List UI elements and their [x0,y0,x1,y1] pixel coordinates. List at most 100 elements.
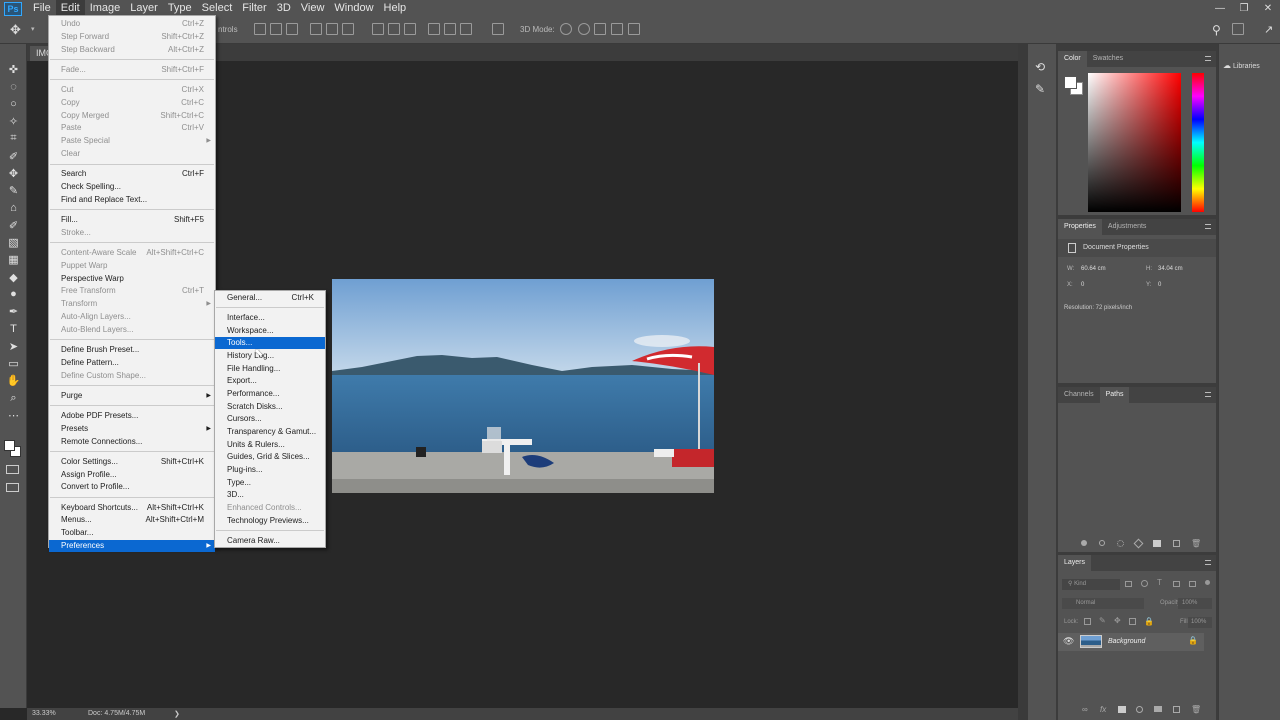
menu-item-performance[interactable]: Performance... [215,388,325,400]
stroke-path-icon[interactable] [1099,540,1105,546]
menu-item-copy-merged[interactable]: Copy Merged Shift+Ctrl+C [49,110,215,122]
hue-slider[interactable] [1192,73,1204,212]
layer-filter-kind[interactable]: ⚲ Kind [1062,579,1120,590]
new-layer-icon[interactable] [1173,706,1180,713]
filter-adjustment-icon[interactable] [1141,580,1148,587]
menu-item-menus[interactable]: Menus... Alt+Shift+Ctrl+M [49,514,215,526]
clone-stamp-tool-icon[interactable]: ⌂ [6,201,21,214]
3d-roll-icon[interactable] [578,23,590,35]
healing-brush-tool-icon[interactable]: ✥ [6,167,21,180]
auto-align-icon[interactable] [492,23,504,35]
menu-item-convert-to-profile[interactable]: Convert to Profile... [49,481,215,493]
align-hcenter-icon[interactable] [326,23,338,35]
layer-style-icon[interactable]: fx [1100,705,1106,714]
lock-all-icon[interactable]: 🔒 [1144,617,1154,626]
fill-value[interactable]: 100% [1188,617,1212,628]
menu-item-remote-connections[interactable]: Remote Connections... [49,436,215,448]
trash-icon[interactable]: 🗑 [1191,539,1201,548]
h-value[interactable]: 34.04 cm [1158,266,1183,272]
menu-item-paste-special[interactable]: Paste Special ▶ [49,135,215,147]
add-layer-mask-icon[interactable] [1118,706,1126,713]
lasso-tool-icon[interactable]: ○ [6,98,21,111]
history-icon[interactable]: ⟲ [1035,60,1045,74]
delete-layer-icon[interactable]: 🗑 [1191,705,1201,714]
menu-item-adobe-pdf-presets[interactable]: Adobe PDF Presets... [49,410,215,422]
color-picker-field[interactable] [1088,73,1181,212]
menu-item-plug-ins[interactable]: Plug-ins... [215,464,325,476]
menu-item-content-aware-scale[interactable]: Content-Aware Scale Alt+Shift+Ctrl+C [49,247,215,259]
filter-pixel-icon[interactable] [1125,581,1132,587]
menu-item-units-rulers[interactable]: Units & Rulers... [215,439,325,451]
filter-smart-object-icon[interactable] [1189,581,1196,587]
eyedropper-tool-icon[interactable]: ✐ [6,150,21,163]
menu-item-define-brush-preset[interactable]: Define Brush Preset... [49,344,215,356]
gradient-tool-icon[interactable]: ▦ [6,253,21,266]
y-value[interactable]: 0 [1158,282,1161,288]
search-icon[interactable]: ⚲ [1212,23,1221,37]
pen-tool-icon[interactable]: ✒ [6,305,21,318]
link-layers-icon[interactable]: ∞ [1082,705,1088,714]
lock-position-icon[interactable]: ✥ [1114,616,1121,625]
add-mask-icon[interactable] [1153,540,1161,547]
3d-slide-icon[interactable] [611,23,623,35]
new-group-icon[interactable] [1154,706,1162,712]
minimize-icon[interactable]: — [1208,0,1232,17]
menu-item-clear[interactable]: Clear [49,148,215,160]
x-value[interactable]: 0 [1081,282,1084,288]
brush-tool-icon[interactable]: ✎ [6,184,21,197]
menu-item-define-pattern[interactable]: Define Pattern... [49,357,215,369]
menu-item-workspace[interactable]: Workspace... [215,325,325,337]
brush-settings-icon[interactable]: ✎ [1035,82,1045,96]
menu-item-stroke[interactable]: Stroke... [49,227,215,239]
distribute-right-icon[interactable] [460,23,472,35]
tab-properties[interactable]: Properties [1058,219,1102,235]
foreground-color-swatch[interactable] [1064,76,1077,89]
tab-paths[interactable]: Paths [1099,387,1130,403]
quick-mask-icon[interactable] [6,465,19,474]
menu-item-file-handling[interactable]: File Handling... [215,363,325,375]
menu-item-assign-profile[interactable]: Assign Profile... [49,469,215,481]
menu-item-keyboard-shortcuts[interactable]: Keyboard Shortcuts... Alt+Shift+Ctrl+K [49,502,215,514]
distribute-vcenter-icon[interactable] [388,23,400,35]
menu-item-cut[interactable]: Cut Ctrl+X [49,84,215,96]
menu-filter[interactable]: Filter [237,0,271,17]
panel-menu-icon[interactable] [1205,224,1211,229]
menu-help[interactable]: Help [379,0,412,17]
new-path-icon[interactable] [1173,540,1180,547]
menu-item-auto-align-layers[interactable]: Auto-Align Layers... [49,311,215,323]
menu-item-cursors[interactable]: Cursors... [215,413,325,425]
align-bottom-icon[interactable] [286,23,298,35]
zoom-tool-icon[interactable]: ⌕ [6,392,21,405]
blend-mode-select[interactable]: Normal [1062,598,1144,609]
tab-layers[interactable]: Layers [1058,555,1092,571]
crop-tool-icon[interactable]: ⌗ [6,132,21,145]
path-select-tool-icon[interactable]: ➤ [6,340,21,353]
3d-scale-icon[interactable] [628,23,640,35]
menu-item-search[interactable]: Search Ctrl+F [49,168,215,180]
align-left-icon[interactable] [310,23,322,35]
tab-color[interactable]: Color [1058,51,1087,67]
menu-item-transform[interactable]: Transform ▶ [49,298,215,310]
menu-item-fade[interactable]: Fade... Shift+Ctrl+F [49,64,215,76]
panel-menu-icon[interactable] [1205,392,1211,397]
restore-icon[interactable]: ❐ [1232,0,1256,17]
menu-item-find-and-replace-text[interactable]: Find and Replace Text... [49,194,215,206]
filter-toggle-icon[interactable] [1205,580,1210,585]
layer-name[interactable]: Background [1108,638,1145,645]
align-right-icon[interactable] [342,23,354,35]
menu-view[interactable]: View [296,0,330,17]
menu-item-toolbar[interactable]: Toolbar... [49,527,215,539]
move-tool-icon[interactable]: ✥ [10,22,26,38]
menu-item-purge[interactable]: Purge ▶ [49,390,215,402]
distribute-hcenter-icon[interactable] [444,23,456,35]
tab-swatches[interactable]: Swatches [1087,51,1129,67]
lock-pixels-icon[interactable] [1084,618,1091,625]
quick-select-tool-icon[interactable]: ✧ [6,115,21,128]
zoom-level[interactable]: 33.33% [32,710,56,717]
chevron-down-icon[interactable]: ▾ [31,25,35,33]
visibility-eye-icon[interactable]: 👁 [1063,636,1074,647]
menu-item-copy[interactable]: Copy Ctrl+C [49,97,215,109]
w-value[interactable]: 60.64 cm [1081,266,1106,272]
menu-item-camera-raw[interactable]: Camera Raw... [215,535,325,547]
blur-tool-icon[interactable]: ◆ [6,271,21,284]
